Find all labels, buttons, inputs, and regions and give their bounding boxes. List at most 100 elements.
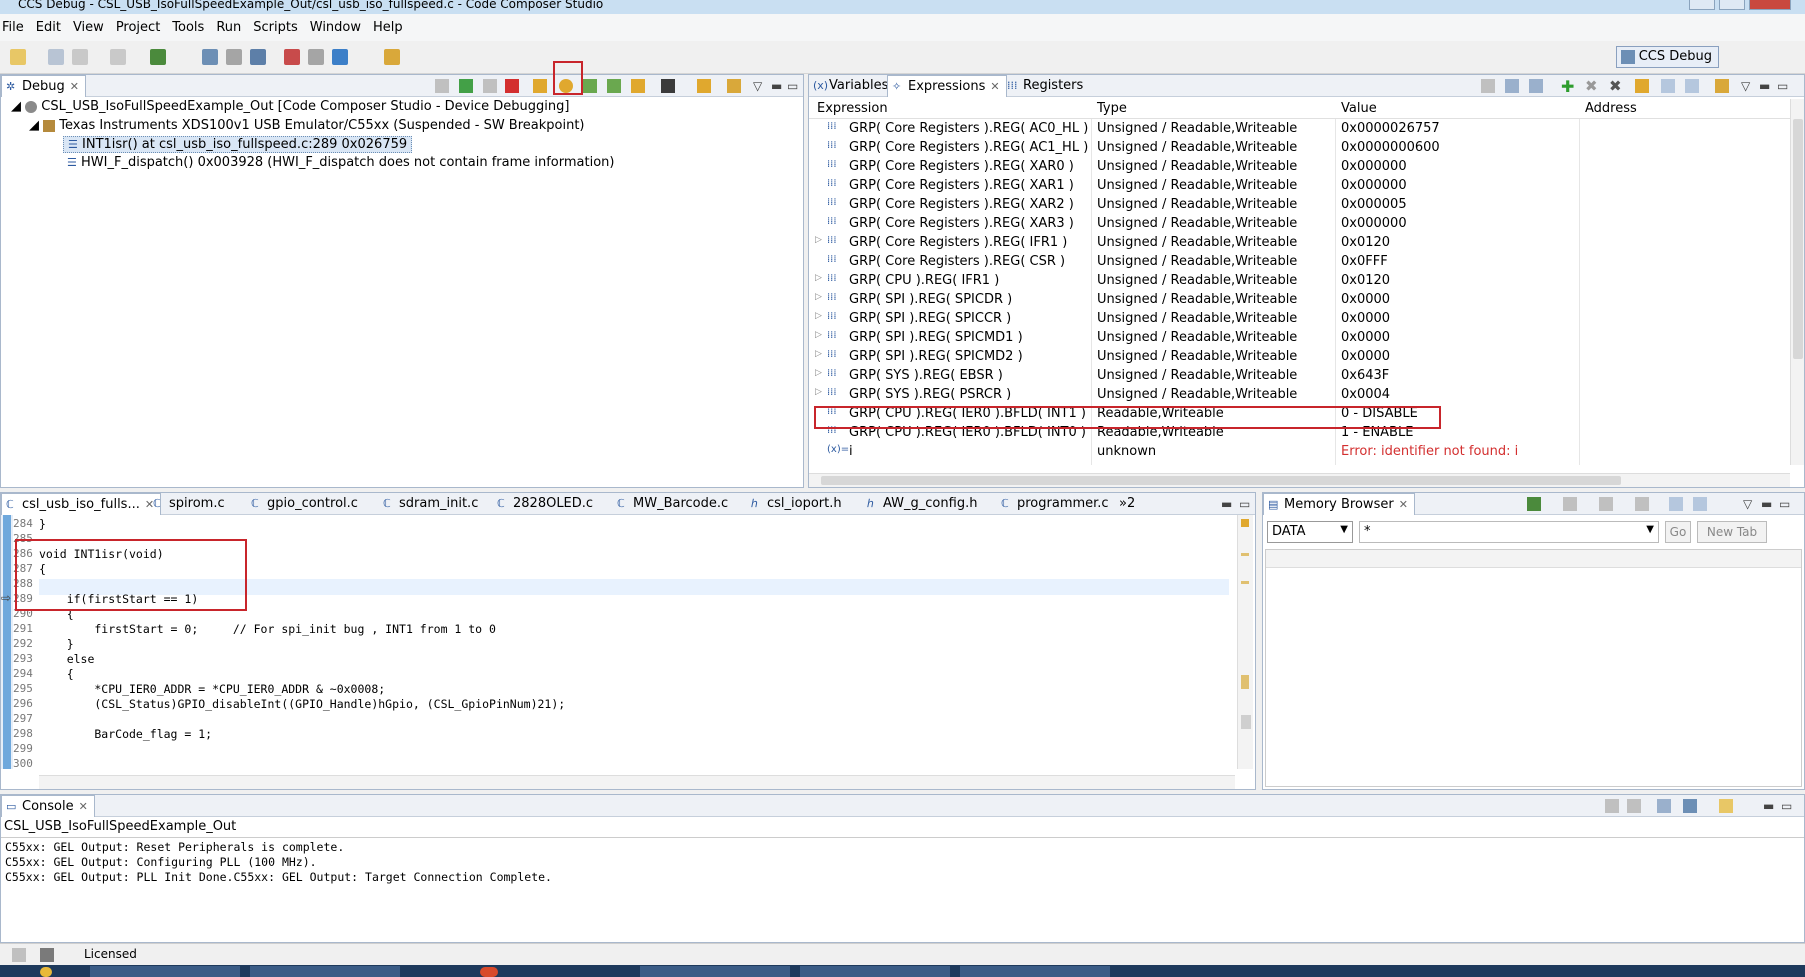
scroll-thumb[interactable] [1793, 119, 1803, 359]
collapse-all-icon[interactable] [1505, 79, 1519, 93]
cell-value[interactable]: 0x0000 [1341, 349, 1390, 364]
pin-view-icon[interactable] [1693, 497, 1707, 511]
minimize-view-icon[interactable]: ▬ [1763, 799, 1774, 813]
tab-2828oled[interactable]: ℂ 2828OLED.c [493, 493, 599, 515]
print-icon[interactable] [110, 49, 126, 65]
target-config-icon[interactable] [332, 49, 348, 65]
maximize-button[interactable] [1719, 0, 1745, 10]
menu-edit[interactable]: Edit [36, 20, 61, 35]
terminate-icon[interactable] [505, 79, 519, 93]
menu-view[interactable]: View [73, 20, 104, 35]
sync-icon[interactable] [727, 79, 741, 93]
tab-expressions[interactable]: ✧ Expressions ✕ [887, 75, 1007, 97]
tab-debug[interactable]: ✲ Debug ✕ [1, 75, 86, 97]
column-header-address[interactable]: Address [1585, 101, 1637, 116]
taskbar-item[interactable] [960, 966, 1110, 977]
remove-all-icon[interactable]: ✖ [1609, 77, 1622, 95]
scroll-lock-icon[interactable] [1627, 799, 1641, 813]
expressions-vertical-scrollbar[interactable] [1790, 99, 1804, 465]
menu-project[interactable]: Project [116, 20, 160, 35]
cell-value[interactable]: 0x0000026757 [1341, 121, 1440, 136]
table-row[interactable]: ▷ ⁞⁞⁞ GRP( SPI ).REG( SPICMD1 ) Unsigned / … [809, 328, 1790, 347]
tab-programmer[interactable]: ℂprogrammer.c [997, 493, 1115, 515]
cell-expression[interactable]: GRP( CPU ).REG( IFR1 ) [849, 273, 999, 288]
minimize-view-icon[interactable]: ▬ [1759, 79, 1770, 93]
code-line[interactable]: (CSL_Status)GPIO_disableInt((GPIO_Handle… [39, 697, 565, 711]
cell-expression[interactable]: GRP( SPI ).REG( SPICDR ) [849, 292, 1012, 307]
maximize-view-icon[interactable]: ▭ [1781, 799, 1792, 813]
maximize-view-icon[interactable]: ▭ [1779, 497, 1790, 511]
memory-content-area[interactable] [1265, 549, 1802, 787]
resume-icon[interactable] [459, 79, 473, 93]
minimize-view-icon[interactable]: ▬ [1761, 497, 1772, 511]
table-row[interactable]: ▷ ⁞⁞⁞ GRP( SYS ).REG( PSRCR ) Unsigned / Re… [809, 385, 1790, 404]
cell-value[interactable]: 0x0000 [1341, 292, 1390, 307]
clear-console-icon[interactable] [1605, 799, 1619, 813]
overview-marker[interactable] [1241, 581, 1249, 584]
cell-expression[interactable]: GRP( Core Registers ).REG( AC1_HL ) [849, 140, 1088, 155]
new-tab-button[interactable]: New Tab [1697, 521, 1767, 543]
expand-arrow-icon[interactable]: ▷ [815, 387, 822, 397]
cell-value[interactable]: 0x000000 [1341, 178, 1407, 193]
layout-icon[interactable] [1529, 79, 1543, 93]
overview-marker[interactable] [1241, 553, 1249, 556]
save-memory-icon[interactable] [1563, 497, 1577, 511]
cell-expression[interactable]: GRP( SYS ).REG( PSRCR ) [849, 387, 1011, 402]
code-line[interactable]: else [39, 652, 95, 666]
tab-spirom[interactable]: ℂspirom.c [149, 493, 231, 515]
pin-icon[interactable] [384, 49, 400, 65]
tab-memory-browser[interactable]: ▤ Memory Browser ✕ [1263, 493, 1415, 515]
tab-aw-g-config[interactable]: ℎ AW_g_config.h [863, 493, 983, 515]
table-row[interactable]: ⁞⁞⁞ GRP( Core Registers ).REG( AC0_HL ) Un… [809, 119, 1790, 138]
tree-item-frame-hwi[interactable]: ☰ HWI_F_dispatch() 0x003928 (HWI_F_dispa… [67, 155, 614, 170]
new-icon[interactable] [10, 49, 26, 65]
restart-icon[interactable] [697, 79, 711, 93]
tree-item-project[interactable]: ◢ CSL_USB_IsoFullSpeedExample_Out [Code … [11, 99, 569, 114]
pin-view-icon[interactable] [1685, 79, 1699, 93]
maximize-view-icon[interactable]: ▭ [787, 79, 798, 93]
reset-icon[interactable] [661, 79, 675, 93]
tab-csl-ioport[interactable]: ℎ csl_ioport.h [747, 493, 848, 515]
cell-expression[interactable]: GRP( Core Registers ).REG( XAR0 ) [849, 159, 1074, 174]
open-console-icon[interactable] [1719, 799, 1733, 813]
cell-value[interactable]: 0x000005 [1341, 197, 1407, 212]
close-icon[interactable]: ✕ [70, 80, 79, 93]
go-button[interactable]: Go [1665, 521, 1691, 543]
debug-view-icon[interactable] [202, 49, 218, 65]
step-into-icon[interactable] [533, 79, 547, 93]
tab-mw-barcode[interactable]: ℂ MW_Barcode.c [613, 493, 734, 515]
close-icon[interactable]: ✕ [1399, 498, 1408, 511]
cell-expression[interactable]: GRP( SYS ).REG( EBSR ) [849, 368, 1003, 383]
new-view-icon[interactable] [1669, 497, 1683, 511]
close-icon[interactable]: ✕ [79, 800, 88, 813]
tab-sdram-init[interactable]: ℂsdram_init.c [379, 493, 484, 515]
column-header-type[interactable]: Type [1097, 101, 1127, 116]
remove-terminated-icon[interactable] [435, 79, 449, 93]
cell-expression[interactable]: GRP( Core Registers ).REG( XAR3 ) [849, 216, 1074, 231]
save-icon[interactable] [48, 49, 64, 65]
taskbar-item[interactable] [90, 966, 240, 977]
cell-value[interactable]: 0x0000000600 [1341, 140, 1440, 155]
breakpoint-icon[interactable] [284, 49, 300, 65]
table-row[interactable]: (x)= i unknown Error: identifier not found:… [809, 442, 1790, 461]
table-row[interactable]: ▷ ⁞⁞⁞ GRP( SYS ).REG( EBSR ) Unsigned / Rea… [809, 366, 1790, 385]
column-header-value[interactable]: Value [1341, 101, 1377, 116]
code-line[interactable]: BarCode_flag = 1; [39, 727, 212, 741]
cell-value[interactable]: 0x0000 [1341, 311, 1390, 326]
save-all-icon[interactable] [72, 49, 88, 65]
column-header-expression[interactable]: Expression [817, 101, 888, 116]
cell-value[interactable]: 0x000000 [1341, 216, 1407, 231]
tab-console[interactable]: ▭ Console ✕ [1, 795, 95, 817]
navigate-back-icon[interactable] [1599, 497, 1613, 511]
code-line[interactable]: *CPU_IER0_ADDR = *CPU_IER0_ADDR & ~0x000… [39, 682, 385, 696]
cell-value[interactable]: 0x643F [1341, 368, 1389, 383]
connect-icon[interactable] [226, 49, 242, 65]
menu-tools[interactable]: Tools [172, 20, 204, 35]
perspective-ccs-debug[interactable]: CCS Debug [1615, 46, 1719, 68]
table-row[interactable]: ▷ ⁞⁞⁞ GRP( Core Registers ).REG( IFR1 ) Uns… [809, 233, 1790, 252]
table-row[interactable]: ⁞⁞⁞ GRP( Core Registers ).REG( XAR1 ) Unsi… [809, 176, 1790, 195]
cell-value[interactable]: 0x000000 [1341, 159, 1407, 174]
table-row[interactable]: ▷ ⁞⁞⁞ GRP( CPU ).REG( IFR1 ) Unsigned / Rea… [809, 271, 1790, 290]
table-row[interactable]: ▷ ⁞⁞⁞ GRP( SPI ).REG( SPICMD2 ) Unsigned / … [809, 347, 1790, 366]
taskbar-item[interactable] [640, 966, 790, 977]
